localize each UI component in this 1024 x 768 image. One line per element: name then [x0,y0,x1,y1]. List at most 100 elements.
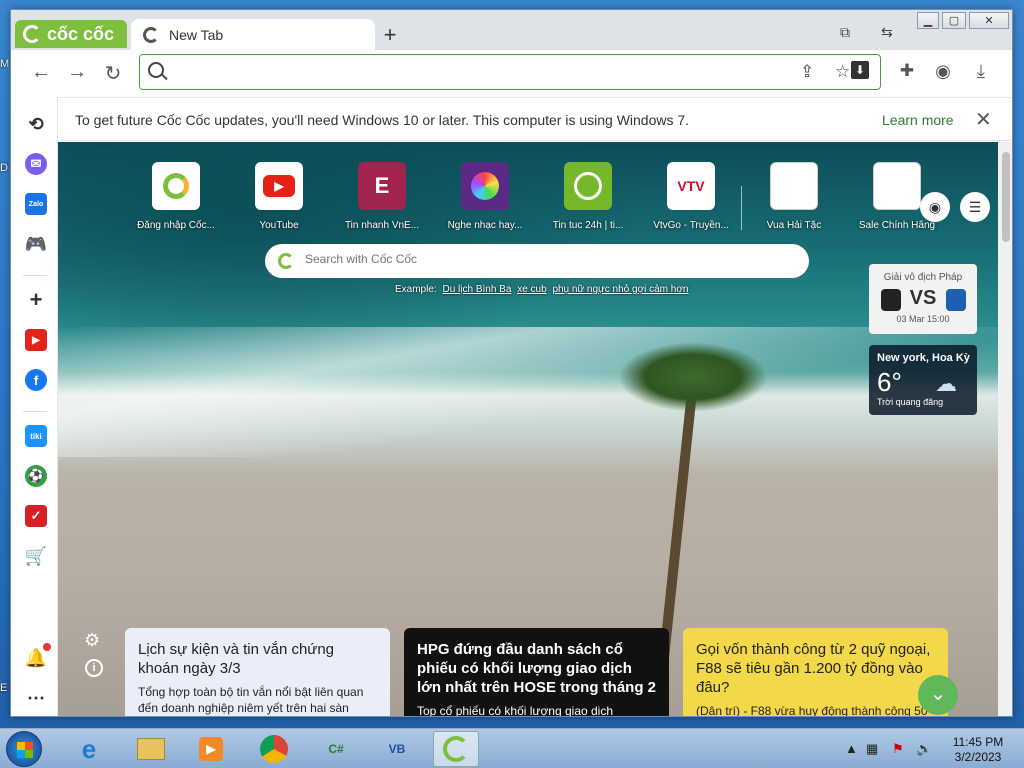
search-box[interactable] [265,244,809,278]
address-input[interactable] [170,61,770,83]
example-link[interactable]: xe cub [517,284,546,295]
game-icon[interactable]: 🎮 [25,233,47,255]
shortcut-item[interactable]: VTV VtvGo - Truyền... [646,162,736,231]
shortcut-item[interactable]: Đăng nhập Cốc... [131,162,221,231]
csharp-icon[interactable]: C# [313,731,359,767]
volume-icon[interactable]: 🔈 [916,741,932,757]
chrome-icon[interactable] [251,731,297,767]
share-icon[interactable]: ⇪ [800,62,814,82]
start-button[interactable] [6,731,42,767]
shortcut-item[interactable]: Vua Hải Tặc [749,162,839,231]
history-icon[interactable]: ⟲ [25,113,47,135]
tiki-label: tiki [30,431,42,441]
ie-icon[interactable]: e [66,731,112,767]
media-icon[interactable]: ▶ [188,731,234,767]
youtube-icon: ▶ [255,162,303,210]
notification-dot [43,643,51,651]
shortcut-item[interactable]: Tin tuc 24h | ti... [543,162,633,231]
minimize-button[interactable]: ▁ [917,12,939,29]
tab-new-tab[interactable]: New Tab [131,19,375,50]
bookmark-star-icon[interactable]: ☆ [835,62,850,82]
shop-icon[interactable]: 🛒 [25,545,47,567]
news-title: Gọi vốn thành công từ 2 quỹ ngoại, F88 s… [696,641,931,696]
music-icon [461,162,509,210]
shortcut-item[interactable]: ▶ YouTube [234,162,324,231]
news-card[interactable]: Gọi vốn thành công từ 2 quỹ ngoại, F88 s… [683,628,948,716]
profile-icon[interactable]: ◉ [931,61,955,82]
show-hidden-icons[interactable]: ▲ [845,741,858,756]
news-card[interactable]: Lịch sự kiện và tin vắn chứng khoán ngày… [125,628,390,716]
tick-icon[interactable]: ✓ [25,505,47,527]
tab-search-icon[interactable]: ⧉ [840,24,850,41]
coccoc-brand-button[interactable]: cốc cốc [15,20,127,48]
account-icon[interactable]: ◉ [920,192,950,222]
news-desc: Top cổ phiếu có khối lượng giao dịch [417,704,614,717]
bell-icon[interactable]: 🔔 [25,647,47,669]
zalo-label: Zalo [28,200,44,208]
action-center-icon[interactable]: ⚑ [892,741,904,757]
shortcut-item[interactable]: E Tin nhanh VnE... [337,162,427,231]
split-view-icon[interactable]: ⇆ [881,24,893,41]
explorer-icon[interactable] [128,731,174,767]
vb-icon[interactable]: VB [374,731,420,767]
match-widget[interactable]: Giải vô địch Pháp VS 03 Mar 15:00 [869,264,977,334]
add-icon[interactable]: + [25,287,47,312]
example-link[interactable]: phụ nữ ngực nhỏ gợi cảm hơn [552,284,688,295]
csharp-label: C# [328,742,344,756]
shortcut-item[interactable]: Nghe nhạc hay... [440,162,530,231]
maximize-button[interactable]: ▢ [942,12,966,29]
new-tab-page: Đăng nhập Cốc... ▶ YouTube E Tin nhanh V… [58,142,998,717]
new-tab-button[interactable]: + [378,22,402,48]
forward-button[interactable]: → [65,61,89,84]
vtvgo-icon: VTV [667,162,715,210]
tab-strip: cốc cốc New Tab + ⧉ ⇆ ▁ ▢ ✕ [11,10,1012,50]
cloudy-night-icon: ☁ [935,371,957,396]
vnexpress-icon: E [358,162,406,210]
sidebar: ⟲ ✉ Zalo 🎮 + ▶ f tiki ⚽ ✓ 🛒 🔔 ⋯ [11,97,58,716]
reload-button[interactable]: ↻ [101,61,125,86]
league-name: Giải vô địch Pháp [883,272,963,283]
news24h-icon [564,162,612,210]
clock[interactable]: 11:45 PM 3/2/2023 [943,735,1013,765]
customize-icon[interactable]: ☰ [960,192,990,222]
close-notice-icon[interactable]: ✕ [975,107,992,132]
zalo-icon[interactable]: Zalo [25,193,47,215]
scrollbar-thumb[interactable] [1002,152,1010,242]
shortcut-label: YouTube [259,220,299,231]
search-icon [148,62,164,78]
sidebar-divider [23,275,47,276]
back-button[interactable]: ← [29,61,53,84]
download-video-icon[interactable]: ⬇ [851,61,869,79]
desktop-icon-label: E [0,682,8,694]
messenger-icon[interactable]: ✉ [25,153,47,175]
more-icon[interactable]: ⋯ [25,687,47,709]
learn-more-link[interactable]: Learn more [882,112,954,128]
weather-location: New york, Hoa Kỳ [877,352,970,364]
football-icon[interactable]: ⚽ [25,465,47,487]
close-window-button[interactable]: ✕ [969,12,1009,29]
scroll-down-button[interactable]: ⌄ [918,675,958,715]
downloads-icon[interactable]: ⤓ [969,61,993,82]
vnexpress-glyph: E [374,173,390,198]
windows-logo-icon [17,742,33,758]
vb-label: VB [388,742,406,756]
image-icon [770,162,818,210]
tiki-icon[interactable]: tiki [25,425,47,447]
coccoc-icon[interactable] [433,731,479,767]
network-icon[interactable]: ▦ [866,741,878,757]
info-icon[interactable]: i [85,659,103,677]
news-title: Lịch sự kiện và tin vắn chứng khoán ngày… [138,641,335,677]
extensions-icon[interactable]: ✚ [895,61,919,81]
youtube-icon[interactable]: ▶ [25,329,47,351]
example-link[interactable]: Du lịch Bình Ba [442,284,511,295]
facebook-icon[interactable]: f [25,369,47,391]
news-card[interactable]: HPG đứng đầu danh sách cổ phiếu có khối … [404,628,669,717]
search-input[interactable] [305,252,785,266]
weather-widget[interactable]: New york, Hoa Kỳ 6° ☁ Trời quang đãng [869,345,977,415]
shortcut-label: Tin nhanh VnE... [344,220,420,231]
address-bar[interactable]: ⇪ ☆ [139,54,881,90]
desktop-icon-label: D [0,162,8,174]
scrollbar[interactable] [998,142,1012,716]
settings-gear-icon[interactable]: ⚙ [84,630,100,651]
clock-time: 11:45 PM [952,735,1004,749]
